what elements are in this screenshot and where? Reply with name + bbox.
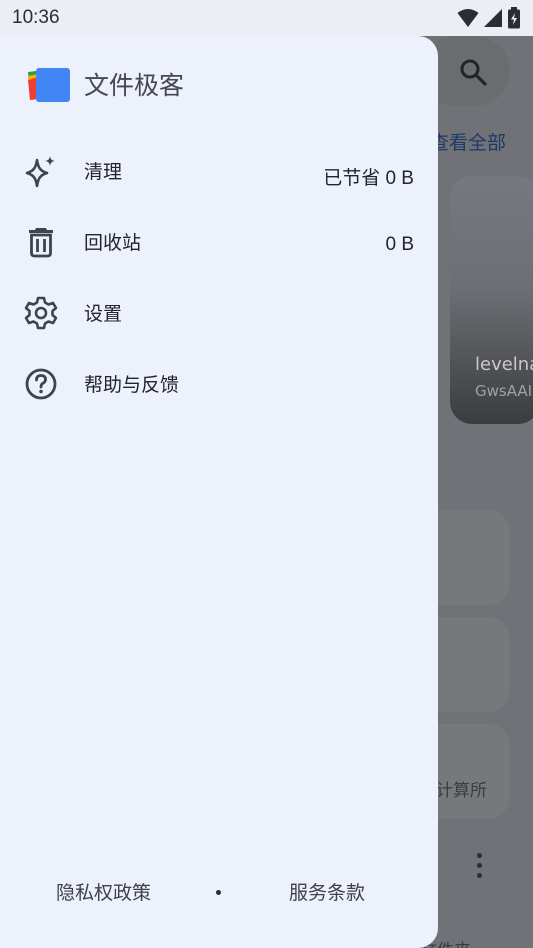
nav-item-help[interactable]: 帮助与反馈 <box>0 352 438 412</box>
tile-label: 计算所 <box>436 781 487 801</box>
recent-file-card: levelna GwsAAI <box>450 176 533 424</box>
battery-icon <box>508 7 520 29</box>
nav-value: 0 B <box>385 234 414 255</box>
status-icons <box>457 7 521 29</box>
nav-item-trash[interactable]: 回收站 0 B <box>0 210 438 270</box>
search-icon <box>460 59 487 86</box>
status-bar: 10:36 <box>0 0 533 36</box>
trash-icon <box>29 228 53 258</box>
privacy-policy-link[interactable]: 隐私权政策 <box>56 878 151 905</box>
terms-of-service-link[interactable]: 服务条款 <box>289 878 365 905</box>
navigation-drawer: 文件极客 清理 已节省 0 B 回收站 0 B 设置 帮助与反馈 隐私权政策 服… <box>0 36 438 948</box>
nav-value: 已节省 0 B <box>323 168 414 189</box>
gear-icon <box>24 296 58 330</box>
nav-item-clean[interactable]: 清理 已节省 0 B <box>0 139 438 199</box>
wifi-icon <box>457 9 479 27</box>
nav-label: 清理 <box>84 161 123 183</box>
drawer-header: 文件极客 <box>26 66 184 102</box>
card-subtitle: GwsAAI <box>475 382 533 400</box>
status-time: 10:36 <box>12 7 60 28</box>
sparkle-icon <box>25 156 55 188</box>
cellular-signal-icon <box>484 9 502 27</box>
nav-label: 回收站 <box>84 232 142 254</box>
app-logo-icon <box>28 68 70 102</box>
app-title: 文件极客 <box>84 71 185 100</box>
card-title: levelna <box>475 354 533 375</box>
drawer-footer: 隐私权政策 服务条款 <box>0 878 438 908</box>
separator-dot <box>216 890 221 895</box>
nav-label: 设置 <box>84 303 123 325</box>
view-all-link: 查看全部 <box>430 132 507 154</box>
help-icon <box>25 368 57 400</box>
nav-item-settings[interactable]: 设置 <box>0 281 438 341</box>
nav-label: 帮助与反馈 <box>84 374 180 396</box>
more-vert-icon <box>474 853 484 883</box>
